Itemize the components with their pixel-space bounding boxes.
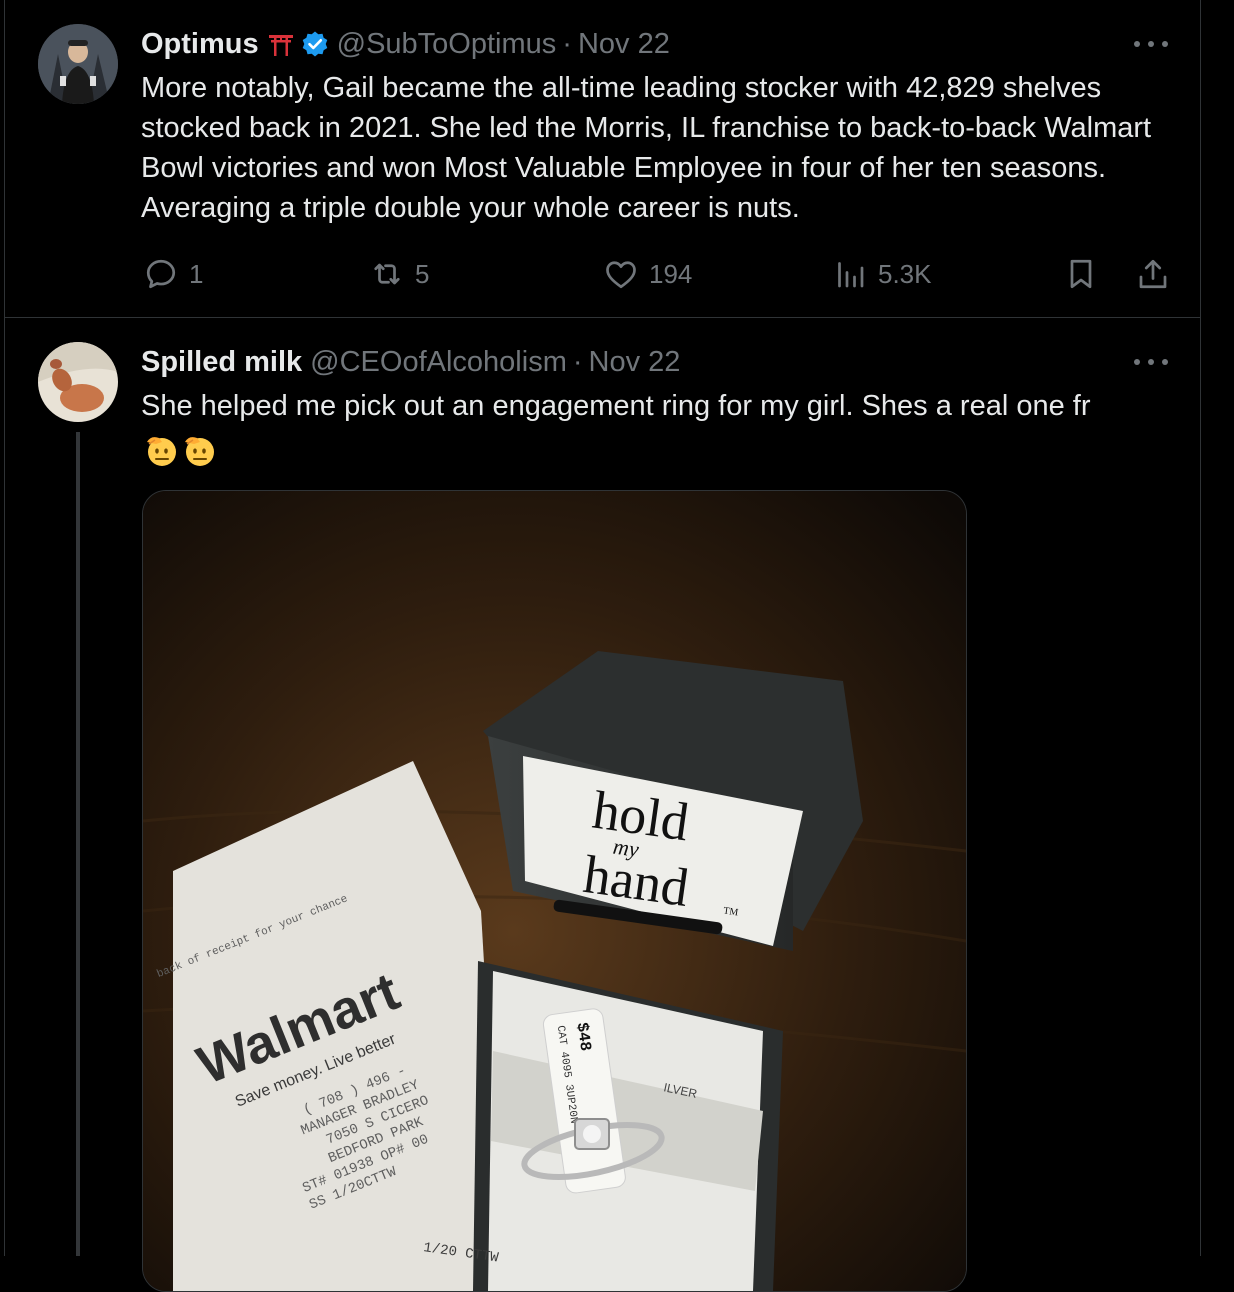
more-options-icon[interactable] [1134,34,1168,54]
tweet-actions: 1 5 194 5.3K [0,254,1234,294]
share-icon [1139,259,1167,289]
repost-icon [374,263,400,285]
display-name[interactable]: Spilled milk [141,344,302,380]
user-handle[interactable]: @SubToOptimus [337,26,557,62]
torii-gate-icon [267,30,295,58]
reply-button[interactable]: 1 [143,254,203,294]
tweet-media-photo[interactable]: back of receipt for your chance Walmart … [142,490,967,1292]
heart-icon [606,261,636,289]
share-button[interactable] [1135,254,1171,294]
tweet-header: Spilled milk @CEOofAlcoholism · Nov 22 [141,344,680,380]
thread-connector-line [76,432,80,1256]
more-options-icon[interactable] [1134,352,1168,372]
bar-chart-icon [838,262,864,288]
verified-badge-icon[interactable] [301,30,329,58]
repost-button[interactable]: 5 [369,254,429,294]
avatar-optimus[interactable] [38,24,118,104]
reply-count: 1 [189,258,204,289]
emoji-row [143,432,217,468]
saluting-face-icon [147,437,176,466]
separator-dot: · [562,28,572,60]
tweet-date[interactable]: Nov 22 [578,26,670,62]
views-button[interactable]: 5.3K [832,254,932,294]
bookmark-button[interactable] [1063,254,1099,294]
avatar-image [38,342,118,422]
avatar-image [38,24,118,104]
tweet-header: Optimus @SubToOptimus · Nov 22 [141,26,670,62]
trademark-label: TM [723,905,739,918]
timeline-right-border [1200,0,1201,1256]
reply-icon [146,259,176,289]
tweet-divider [4,317,1201,318]
user-handle[interactable]: @CEOofAlcoholism [310,344,567,380]
engagement-ring-photo: back of receipt for your chance Walmart … [143,491,966,1291]
tweet-text: She helped me pick out an engagement rin… [141,390,1091,422]
tweet-text: More notably, Gail became the all-time l… [141,72,1152,224]
like-button[interactable]: 194 [603,254,692,294]
avatar-spilled-milk[interactable] [38,342,118,422]
bookmark-icon [1070,259,1092,289]
view-count: 5.3K [878,258,932,289]
saluting-face-icon [185,437,214,466]
tweet-date[interactable]: Nov 22 [589,344,681,380]
timeline-left-border [4,0,5,1256]
like-count: 194 [649,258,693,289]
display-name[interactable]: Optimus [141,26,259,62]
separator-dot: · [572,346,583,378]
repost-count: 5 [415,258,430,289]
